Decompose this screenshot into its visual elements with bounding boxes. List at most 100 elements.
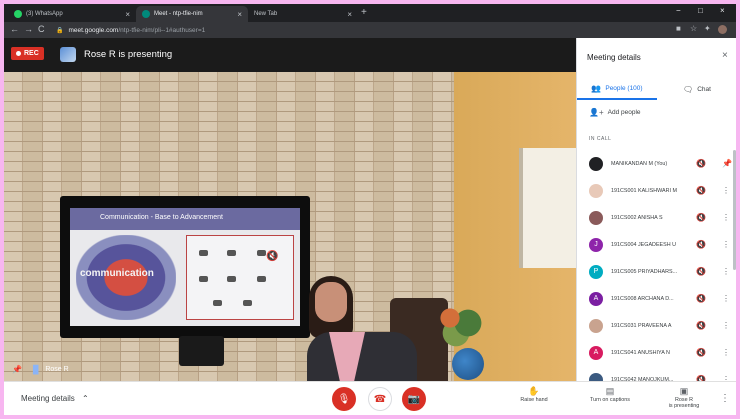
more-options-icon[interactable]: ⋮: [722, 348, 730, 357]
whatsapp-icon: [14, 10, 22, 18]
mic-muted-icon: 🔇: [696, 159, 706, 168]
chevron-up-icon: ⌃: [82, 394, 89, 403]
camera-toggle-button[interactable]: 📷: [402, 387, 426, 411]
record-dot-icon: [16, 51, 21, 56]
participant-name: 191CS031 PRAVEENA A: [611, 322, 672, 329]
extensions-icon[interactable]: ✦: [704, 24, 711, 33]
more-options-icon[interactable]: ⋮: [722, 213, 730, 222]
participant-row[interactable]: MANIKANDAN M (You) 🔇 📌: [577, 150, 736, 177]
presentation-video: REC Rose R is presenting Communication -…: [4, 38, 576, 381]
url-path: /ntp-tfie-nim/pli--1#authuser=1: [118, 26, 206, 34]
participant-row[interactable]: 191CS002 ANISHA S 🔇 ⋮: [577, 204, 736, 231]
avatar: A: [589, 345, 603, 360]
avatar: A: [589, 291, 603, 306]
flower-plant: [432, 298, 492, 348]
reload-button[interactable]: C: [38, 24, 45, 34]
mic-muted-icon: 🔇: [696, 240, 706, 249]
add-people-button[interactable]: 👤+ Add people: [589, 108, 641, 117]
close-tab-icon[interactable]: ×: [125, 10, 130, 19]
address-bar: ← → C 🔒 meet.google.com /ntp-tfie-nim/pl…: [4, 22, 736, 38]
profile-avatar[interactable]: [718, 25, 727, 34]
participant-name: 191CS005 PRIYADHARS...: [611, 268, 678, 275]
globe: [452, 348, 484, 380]
forward-button[interactable]: →: [24, 24, 33, 34]
participant-name: 191CS001 KALISHWARI M: [611, 187, 678, 194]
more-options-icon[interactable]: ⋮: [722, 321, 730, 330]
participant-row[interactable]: 191CS031 PRAVEENA A 🔇 ⋮: [577, 312, 736, 339]
raise-hand-label: Raise hand: [520, 397, 548, 403]
television: Communication - Base to Advancement comm…: [60, 196, 310, 338]
chat-icon: 🗨: [683, 84, 694, 94]
window-background: [519, 148, 576, 268]
avatar: [589, 156, 603, 171]
participant-name: MANIKANDAN M (You): [611, 160, 668, 167]
tab-meet[interactable]: Meet - ntp-tfie-nim ×: [136, 6, 248, 22]
participant-scrollbar[interactable]: [733, 150, 736, 270]
tab-people-label: People (100): [605, 84, 643, 92]
maximize-button[interactable]: □: [698, 6, 703, 15]
audio-wave-icon: ▐▌: [29, 365, 42, 374]
tab-label: New Tab: [254, 11, 278, 17]
mic-muted-icon: 🔇: [696, 267, 706, 276]
camera-off-icon: 📷: [407, 393, 421, 405]
tab-people[interactable]: 👥 People (100): [577, 78, 657, 100]
avatar: [589, 183, 603, 198]
close-panel-button[interactable]: ×: [722, 50, 728, 61]
tile-name: Rose R: [45, 366, 69, 373]
participant-name: 191CS004 JEGADEESH U: [611, 241, 677, 248]
tab-whatsapp[interactable]: (3) WhatsApp ×: [8, 6, 136, 22]
avatar: [589, 210, 603, 225]
captions-button[interactable]: ▤ Turn on captions: [580, 386, 640, 403]
tab-chat[interactable]: 🗨 Chat: [657, 78, 736, 100]
participant-row[interactable]: J 191CS004 JEGADEESH U 🔇 ⋮: [577, 231, 736, 258]
presenter-avatar: [60, 47, 76, 62]
panel-title: Meeting details: [587, 53, 641, 62]
camera-icon[interactable]: ■: [676, 24, 681, 33]
more-options-icon[interactable]: ⋮: [722, 186, 730, 195]
microphone-toggle-button[interactable]: 🎙: [332, 387, 356, 411]
minimize-button[interactable]: −: [676, 6, 681, 15]
mic-off-overlay-icon: 🔇: [266, 251, 279, 262]
raise-hand-button[interactable]: ✋ Raise hand: [504, 386, 564, 403]
back-button[interactable]: ←: [10, 24, 19, 34]
url-field[interactable]: 🔒 meet.google.com /ntp-tfie-nim/pli--1#a…: [56, 24, 656, 36]
close-tab-icon[interactable]: ×: [347, 10, 352, 19]
new-tab-button[interactable]: +: [361, 7, 367, 18]
tab-new-tab[interactable]: New Tab ×: [248, 6, 358, 22]
recording-badge: REC: [11, 47, 44, 60]
tab-chat-label: Chat: [697, 85, 711, 93]
more-options-icon[interactable]: ⋮: [722, 294, 730, 303]
mic-muted-icon: 🔇: [696, 348, 706, 357]
presenting-banner: REC Rose R is presenting: [4, 38, 576, 72]
leave-call-button[interactable]: ☎: [368, 387, 392, 411]
presenting-line2: is presenting: [668, 403, 700, 409]
pin-icon[interactable]: 📌: [722, 159, 732, 168]
avatar: P: [589, 264, 603, 279]
meeting-details-panel: Meeting details × 👥 People (100) 🗨 Chat …: [576, 38, 736, 387]
add-person-icon: 👤+: [589, 108, 604, 117]
presenting-button[interactable]: ▣ Rose R is presenting: [654, 386, 714, 409]
tile-name-label: 📌 ▐▌ Rose R: [12, 365, 69, 374]
participant-row[interactable]: A 191CS041 ANUSHIYA N 🔇 ⋮: [577, 339, 736, 366]
avatar: [589, 318, 603, 333]
participant-row[interactable]: 191CS001 KALISHWARI M 🔇 ⋮: [577, 177, 736, 204]
close-tab-icon[interactable]: ×: [237, 10, 242, 19]
more-options-icon[interactable]: ⋮: [720, 393, 730, 404]
bottom-control-bar: Meeting details ⌃ 🎙 ☎ 📷 ✋ Raise hand ▤ T…: [4, 381, 736, 415]
meeting-details-button[interactable]: Meeting details ⌃: [21, 394, 89, 403]
close-window-button[interactable]: ×: [720, 6, 725, 15]
slide-diagram: [186, 235, 294, 320]
participant-row[interactable]: A 191CS008 ARCHANA D... 🔇 ⋮: [577, 285, 736, 312]
more-options-icon[interactable]: ⋮: [722, 267, 730, 276]
tab-label: Meet - ntp-tfie-nim: [154, 11, 203, 17]
meeting-details-label: Meeting details: [21, 394, 75, 403]
present-screen-icon: ▣: [679, 386, 689, 396]
slide-screen: Communication - Base to Advancement comm…: [70, 208, 300, 326]
more-options-icon[interactable]: ⋮: [722, 240, 730, 249]
participant-row[interactable]: P 191CS005 PRIYADHARS... 🔇 ⋮: [577, 258, 736, 285]
pin-icon[interactable]: 📌: [12, 365, 22, 374]
people-icon: 👥: [591, 83, 602, 93]
mic-off-icon: 🎙: [337, 393, 351, 405]
bookmark-star-icon[interactable]: ☆: [690, 24, 697, 33]
meet-icon: [142, 10, 150, 18]
